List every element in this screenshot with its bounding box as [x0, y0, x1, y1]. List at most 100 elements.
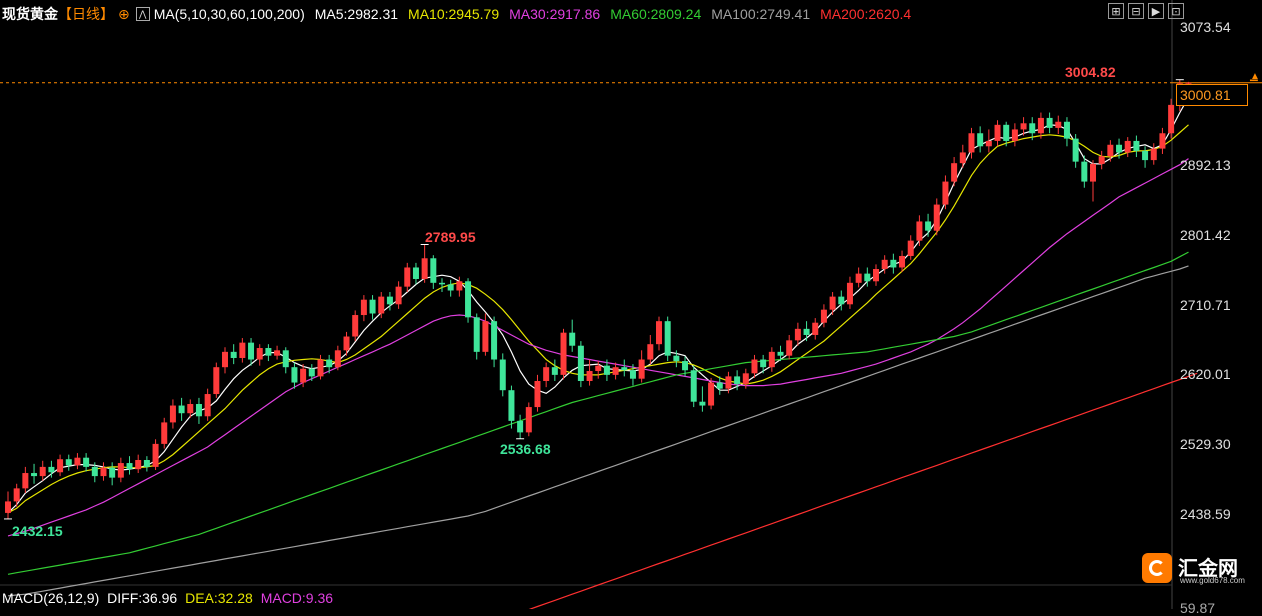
candle-body [1055, 121, 1062, 128]
candle-body [907, 240, 914, 256]
candle-body [74, 457, 81, 466]
candle-body [1133, 140, 1140, 151]
candle-body [39, 466, 46, 477]
candle-body [222, 351, 228, 368]
macd-legend: MACD(26,12,9) DIFF:36.96 DEA:32.28 MACD:… [2, 590, 337, 606]
candle-body [699, 401, 706, 406]
candle-body [326, 359, 333, 368]
candle-body [1090, 163, 1096, 182]
current-price-arrow-icon: ▲ ▔ [1250, 71, 1260, 92]
y-tick-label: 2438.59 [1180, 506, 1231, 522]
period-label[interactable]: 【日线】 [58, 4, 114, 24]
candle-body [1124, 140, 1131, 153]
candle-body [1081, 161, 1088, 182]
candle-body [1046, 117, 1053, 128]
candle-body [248, 342, 255, 360]
candle-body [195, 404, 202, 417]
candle-body [204, 394, 211, 417]
zoom-in-button[interactable]: ⊞ [1108, 3, 1124, 19]
candle-body [864, 273, 871, 282]
candle-body [899, 255, 906, 268]
candle-body [968, 133, 975, 153]
ma-line-ma60 [7, 251, 1189, 575]
fit-button[interactable]: ⊡ [1168, 3, 1184, 19]
candle-body [404, 267, 411, 287]
candle-body [352, 315, 359, 337]
candle-body [664, 321, 671, 356]
candle-body [360, 299, 367, 316]
candle-body [178, 405, 185, 414]
candle-body [256, 348, 263, 360]
candle-body [977, 133, 984, 147]
candle-body [169, 405, 176, 423]
candle-body [629, 370, 636, 379]
ma-line-ma5 [7, 96, 1190, 514]
crosshair-icon[interactable]: ⊕ [118, 6, 130, 23]
candle-body [100, 467, 107, 477]
candle-body [1063, 121, 1070, 139]
candle-body [412, 267, 419, 279]
candle-body [1098, 156, 1105, 164]
candle-body [551, 367, 558, 375]
candle-body [430, 258, 437, 283]
candle-body [213, 367, 220, 395]
candle-body [820, 309, 827, 323]
candle-body [48, 466, 55, 473]
zoom-out-button[interactable]: ⊟ [1128, 3, 1144, 19]
play-button[interactable]: ▶ [1148, 3, 1164, 19]
indicator-icon[interactable]: ⋀ [135, 7, 150, 21]
candle-body [890, 259, 897, 268]
candle-body [282, 350, 289, 368]
candle-body [126, 463, 133, 470]
chart-toolbar: ⊞ ⊟ ▶ ⊡ [1108, 3, 1184, 19]
candle-body [994, 124, 1001, 141]
candle-body [708, 382, 715, 406]
candle-body [742, 373, 749, 385]
candle-body [1142, 150, 1149, 161]
candle-body [925, 221, 932, 231]
candle-body [421, 258, 428, 279]
candle-body [291, 367, 298, 383]
peak-annotation: 2789.95 [425, 229, 476, 245]
candle-body [838, 296, 845, 305]
ma-params: MA(5,10,30,60,100,200) [153, 6, 305, 22]
y-tick-label: 2801.42 [1180, 227, 1231, 243]
candle-body [855, 273, 862, 283]
candle-body [656, 321, 662, 345]
candle-body [517, 420, 524, 433]
candle-body [638, 359, 645, 379]
candle-body [933, 204, 940, 231]
candle-body [716, 382, 723, 389]
candle-body [1150, 148, 1157, 161]
candle-body [239, 342, 246, 358]
candle-body [265, 348, 272, 356]
candle-body [117, 463, 124, 478]
candle-body [378, 296, 385, 314]
candle-body [543, 367, 550, 381]
price-chart[interactable] [0, 0, 1262, 609]
candle-body [439, 282, 445, 285]
candle-body [369, 299, 376, 314]
candle-body [83, 457, 90, 467]
candle-body [465, 281, 472, 318]
ma-line-ma200 [528, 372, 1198, 609]
ma30-value: MA30:2917.86 [509, 6, 601, 22]
candle-body [482, 321, 489, 352]
current-price-label: 3000.81 [1176, 84, 1248, 106]
candle-body [1072, 138, 1079, 162]
candle-body [881, 259, 888, 270]
candle-body [612, 367, 619, 375]
candle-body [1003, 124, 1010, 141]
candle-body [1020, 123, 1027, 130]
gold678-logo: 汇金网 www.gold678.com [1140, 550, 1250, 590]
candle-body [673, 355, 680, 362]
candle-body [760, 359, 767, 368]
candle-body [525, 407, 532, 433]
candle-body [187, 404, 194, 414]
candle-body [1168, 104, 1175, 134]
instrument-name: 现货黄金 [2, 6, 58, 22]
macd-axis-partial: 59.87 [1180, 600, 1216, 616]
high-annotation: 3004.82 [1065, 64, 1116, 80]
candle-body [5, 501, 11, 513]
candle-body [577, 345, 584, 381]
